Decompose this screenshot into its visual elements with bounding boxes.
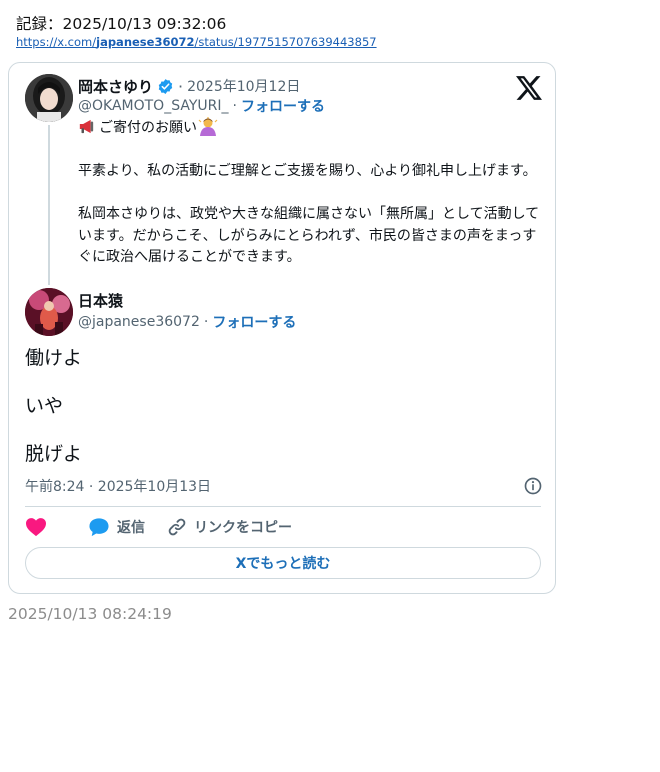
quoted-author-name[interactable]: 岡本さゆり xyxy=(78,76,153,97)
avatar-image xyxy=(25,74,73,122)
quoted-line-1-text: ご寄付のお願い xyxy=(99,120,197,136)
megaphone-icon xyxy=(79,119,94,134)
quoted-paragraph-3: 私岡本さゆりは、政党や大きな組織に属さない「無所属」として活動しています。だから… xyxy=(78,206,540,265)
tweet-actions: 返信 リンクをコピー xyxy=(25,515,314,539)
info-icon[interactable] xyxy=(523,476,543,496)
main-author-handle[interactable]: @japanese36072 xyxy=(78,314,200,330)
main-line-2: いや xyxy=(25,395,64,417)
main-line-1: 働けよ xyxy=(25,347,83,369)
url-prefix: https://x.com/ xyxy=(16,35,97,49)
separator-dot: · xyxy=(232,98,237,114)
reply-bubble-icon xyxy=(89,518,109,537)
follow-button-okamoto[interactable]: フォローする xyxy=(241,96,325,116)
avatar-japanese36072[interactable] xyxy=(25,288,73,336)
heart-icon xyxy=(26,518,46,537)
bowing-person-icon xyxy=(198,117,218,136)
quoted-tweet-text: ご寄付のお願い 平素より、私の活動にご理解とご支援を賜り、心より御礼申し上げます… xyxy=(78,117,548,269)
quoted-tweet-header: 岡本さゆり · 2025年10月12日 xyxy=(78,75,300,97)
copy-link-label: リンクをコピー xyxy=(194,520,292,536)
main-timestamp-row: 午前8:24 · 2025年10月13日 xyxy=(25,475,543,497)
verified-badge-icon xyxy=(158,78,173,94)
x-logo-icon[interactable] xyxy=(516,76,542,100)
like-button[interactable] xyxy=(25,517,54,537)
url-suffix: /status/1977515707639443857 xyxy=(194,35,377,49)
thread-connector xyxy=(48,125,50,285)
main-tweet-text: 働けよ いや 脱げよ xyxy=(25,346,82,490)
copy-link-button[interactable]: リンクをコピー xyxy=(167,517,292,537)
tweet-url-link[interactable]: https://x.com/japanese36072/status/19775… xyxy=(16,35,377,49)
main-author-name[interactable]: 日本猿 xyxy=(78,290,123,311)
follow-button-japanese36072[interactable]: フォローする xyxy=(212,312,296,332)
separator-dot: · xyxy=(203,314,209,330)
quoted-author-handle[interactable]: @OKAMOTO_SAYURI_ xyxy=(78,98,229,114)
link-icon xyxy=(168,518,186,536)
main-line-3: 脱げよ xyxy=(25,443,83,465)
embedded-tweet-card: 岡本さゆり · 2025年10月12日 @OKAMOTO_SAYURI_ · フ… xyxy=(8,62,556,594)
avatar-image xyxy=(25,288,73,336)
quoted-line-1: ご寄付のお願い xyxy=(78,117,548,140)
quoted-date[interactable]: 2025年10月12日 xyxy=(187,76,300,96)
main-timestamp[interactable]: 午前8:24 · 2025年10月13日 xyxy=(25,476,211,496)
separator-dot: · xyxy=(178,76,184,96)
quoted-handle-row: @OKAMOTO_SAYURI_ · フォローする xyxy=(78,95,325,117)
divider xyxy=(25,506,541,507)
reply-label: 返信 xyxy=(117,520,145,536)
main-handle-row: @japanese36072 · フォローする xyxy=(78,311,296,333)
footer-timestamp: 2025/10/13 08:24:19 xyxy=(8,605,172,623)
read-more-button[interactable]: Xでもっと読む xyxy=(25,547,541,579)
avatar-okamoto[interactable] xyxy=(25,74,73,122)
record-timestamp: 記録：2025/10/13 09:32:06 xyxy=(16,15,227,33)
reply-button[interactable]: 返信 xyxy=(88,517,145,537)
quoted-paragraph-2: 平素より、私の活動にご理解とご支援を賜り、心より御礼申し上げます。 xyxy=(78,163,537,179)
url-user: japanese36072 xyxy=(96,35,195,49)
